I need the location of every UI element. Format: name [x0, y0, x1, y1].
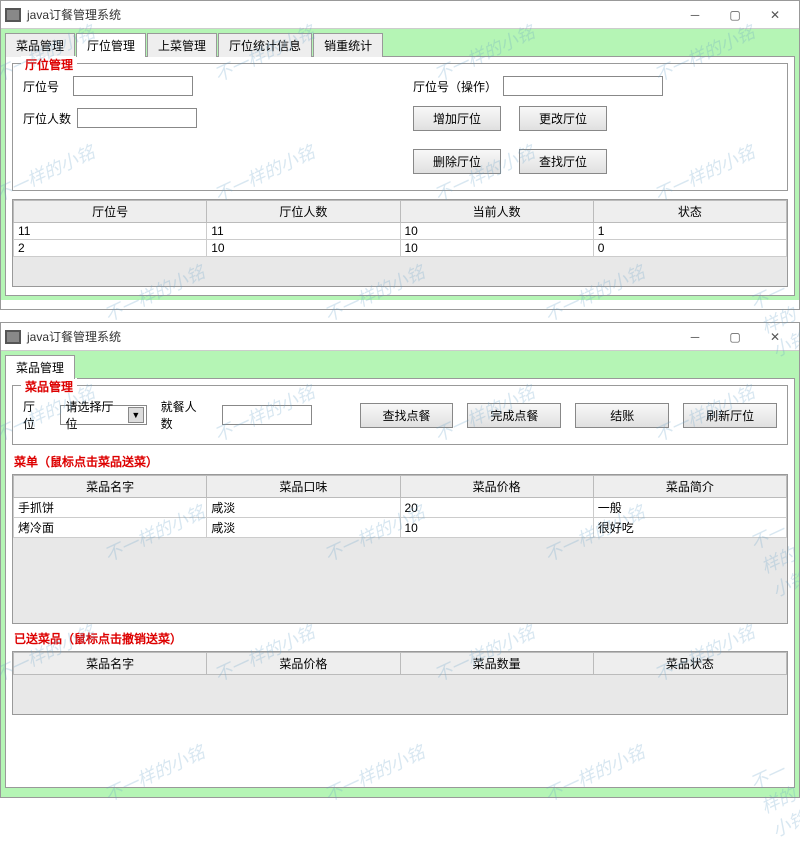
menu-table: 菜品名字 菜品口味 菜品价格 菜品简介 手抓饼咸淡20一般烤冷面咸淡10很好吃	[13, 475, 787, 538]
titlebar: java订餐管理系统 ─ ▢ ✕	[1, 323, 799, 351]
checkout-button[interactable]: 结账	[575, 403, 669, 428]
diners-label: 就餐人数	[161, 398, 208, 432]
hall-op-input[interactable]	[503, 76, 663, 96]
table-row[interactable]: 1111101	[14, 223, 787, 240]
finish-order-button[interactable]: 完成点餐	[467, 403, 561, 428]
dish-fieldset: 菜品管理 厅位 请选择厅位 ▼ 就餐人数 查找点餐 完成点餐 结账 刷新厅位	[12, 385, 788, 445]
table-cell: 20	[400, 498, 593, 518]
hall-select-value: 请选择厅位	[65, 398, 124, 432]
table-row[interactable]: 手抓饼咸淡20一般	[14, 498, 787, 518]
table-cell: 咸淡	[207, 498, 400, 518]
table-cell: 11	[207, 223, 400, 240]
chevron-down-icon: ▼	[128, 407, 144, 423]
col-sel-status[interactable]: 菜品状态	[593, 653, 786, 675]
table-cell: 10	[207, 240, 400, 257]
fieldset-legend: 厅位管理	[21, 56, 77, 73]
hall-people-label: 厅位人数	[23, 110, 71, 127]
tab-pane-hall: 厅位管理 厅位号 厅位人数 厅位号（操作）	[5, 56, 795, 296]
search-hall-button[interactable]: 查找厅位	[519, 149, 607, 174]
table-cell: 10	[400, 240, 593, 257]
col-dish-name[interactable]: 菜品名字	[14, 476, 207, 498]
table-cell: 烤冷面	[14, 518, 207, 538]
hall-people-input[interactable]	[77, 108, 197, 128]
col-sel-price[interactable]: 菜品价格	[207, 653, 400, 675]
tab-dish-mgmt[interactable]: 菜品管理	[5, 33, 75, 57]
col-dish-desc[interactable]: 菜品简介	[593, 476, 786, 498]
delete-hall-button[interactable]: 删除厅位	[413, 149, 501, 174]
hall-no-input[interactable]	[73, 76, 193, 96]
table-cell: 咸淡	[207, 518, 400, 538]
window-hall-mgmt: java订餐管理系统 ─ ▢ ✕ 菜品管理 厅位管理 上菜管理 厅位统计信息 销…	[0, 0, 800, 310]
tab-pane-dish: 菜品管理 厅位 请选择厅位 ▼ 就餐人数 查找点餐 完成点餐 结账 刷新厅位 菜	[5, 378, 795, 788]
refresh-hall-button[interactable]: 刷新厅位	[683, 403, 777, 428]
table-cell: 10	[400, 223, 593, 240]
menu-section-label: 菜单（鼠标点击菜品送菜）	[14, 453, 788, 470]
app-icon	[5, 330, 21, 344]
col-hall-people[interactable]: 厅位人数	[207, 201, 400, 223]
table-cell: 手抓饼	[14, 498, 207, 518]
maximize-button[interactable]: ▢	[715, 325, 755, 349]
search-order-button[interactable]: 查找点餐	[360, 403, 454, 428]
col-status[interactable]: 状态	[593, 201, 786, 223]
col-dish-price[interactable]: 菜品价格	[400, 476, 593, 498]
table-cell: 0	[593, 240, 786, 257]
col-sel-qty[interactable]: 菜品数量	[400, 653, 593, 675]
tab-bar: 菜品管理 厅位管理 上菜管理 厅位统计信息 销重统计	[5, 33, 795, 57]
table-cell: 一般	[593, 498, 786, 518]
tab-sales-stats[interactable]: 销重统计	[313, 33, 383, 57]
table-cell: 2	[14, 240, 207, 257]
col-sel-name[interactable]: 菜品名字	[14, 653, 207, 675]
hall-op-label: 厅位号（操作）	[413, 78, 497, 95]
table-cell: 10	[400, 518, 593, 538]
hall-fieldset: 厅位管理 厅位号 厅位人数 厅位号（操作）	[12, 63, 788, 191]
app-icon	[5, 8, 21, 22]
hall-label: 厅位	[23, 398, 46, 432]
close-button[interactable]: ✕	[755, 325, 795, 349]
hall-table-wrap[interactable]: 厅位号 厅位人数 当前人数 状态 1111101210100	[12, 199, 788, 287]
table-row[interactable]: 210100	[14, 240, 787, 257]
fieldset-legend: 菜品管理	[21, 378, 77, 395]
table-cell: 1	[593, 223, 786, 240]
close-button[interactable]: ✕	[755, 3, 795, 27]
selected-section-label: 已送菜品（鼠标点击撤销送菜）	[14, 630, 788, 647]
menu-table-wrap[interactable]: 菜品名字 菜品口味 菜品价格 菜品简介 手抓饼咸淡20一般烤冷面咸淡10很好吃	[12, 474, 788, 624]
selected-table: 菜品名字 菜品价格 菜品数量 菜品状态	[13, 652, 787, 675]
table-cell: 11	[14, 223, 207, 240]
tab-serve-mgmt[interactable]: 上菜管理	[147, 33, 217, 57]
hall-no-label: 厅位号	[23, 78, 67, 95]
window-title: java订餐管理系统	[27, 6, 675, 23]
minimize-button[interactable]: ─	[675, 325, 715, 349]
tab-bar: 菜品管理	[5, 355, 795, 379]
selected-table-wrap[interactable]: 菜品名字 菜品价格 菜品数量 菜品状态	[12, 651, 788, 715]
table-cell: 很好吃	[593, 518, 786, 538]
tab-hall-stats[interactable]: 厅位统计信息	[218, 33, 312, 57]
col-current-people[interactable]: 当前人数	[400, 201, 593, 223]
maximize-button[interactable]: ▢	[715, 3, 755, 27]
col-dish-taste[interactable]: 菜品口味	[207, 476, 400, 498]
minimize-button[interactable]: ─	[675, 3, 715, 27]
window-title: java订餐管理系统	[27, 328, 675, 345]
add-hall-button[interactable]: 增加厅位	[413, 106, 501, 131]
tab-dish-mgmt[interactable]: 菜品管理	[5, 355, 75, 379]
modify-hall-button[interactable]: 更改厅位	[519, 106, 607, 131]
diners-input[interactable]	[222, 405, 312, 425]
col-hall-no[interactable]: 厅位号	[14, 201, 207, 223]
tab-hall-mgmt[interactable]: 厅位管理	[76, 33, 146, 57]
window-dish-mgmt: java订餐管理系统 ─ ▢ ✕ 菜品管理 菜品管理 厅位 请选择厅位 ▼ 就餐…	[0, 322, 800, 798]
hall-select[interactable]: 请选择厅位 ▼	[60, 405, 146, 425]
titlebar: java订餐管理系统 ─ ▢ ✕	[1, 1, 799, 29]
table-row[interactable]: 烤冷面咸淡10很好吃	[14, 518, 787, 538]
hall-table: 厅位号 厅位人数 当前人数 状态 1111101210100	[13, 200, 787, 257]
